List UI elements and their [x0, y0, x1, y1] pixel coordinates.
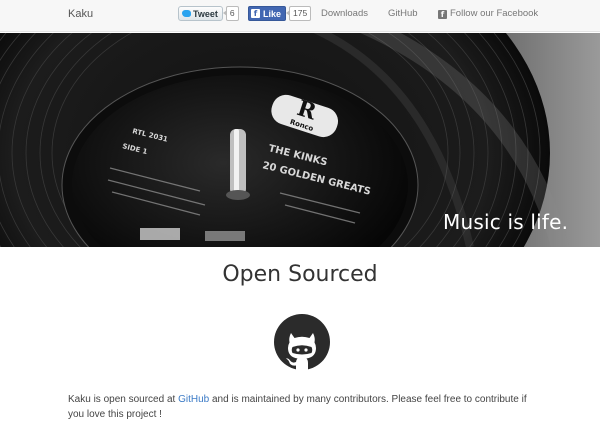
nav-downloads-link[interactable]: Downloads — [321, 8, 368, 19]
brand-link[interactable]: Kaku — [68, 8, 93, 20]
facebook-icon: f — [438, 10, 447, 19]
nav-github-link[interactable]: GitHub — [388, 8, 418, 19]
like-count: 175 — [285, 6, 312, 21]
open-sourced-heading: Open Sourced — [222, 262, 378, 287]
hero-tagline: Music is life. — [443, 210, 569, 234]
description-text-before: Kaku is open sourced at — [68, 394, 179, 405]
tweet-count: 6 — [222, 6, 239, 21]
like-widget: f Like 175 — [248, 6, 312, 21]
facebook-f-icon: f — [251, 9, 260, 18]
twitter-bird-icon — [182, 10, 191, 17]
top-navbar: Kaku Tweet 6 f Like 175 Downloads GitHub… — [0, 0, 600, 32]
like-label: Like — [263, 8, 282, 19]
like-button[interactable]: f Like — [248, 6, 287, 21]
hero-banner: R Ronco THE KINKS 20 GOLDEN GREATS RTL 2… — [0, 33, 600, 247]
tweet-button[interactable]: Tweet — [178, 6, 223, 21]
tweet-widget: Tweet 6 — [178, 6, 239, 21]
open-source-description: Kaku is open sourced at GitHub and is ma… — [68, 392, 538, 422]
nav-facebook-label: Follow our Facebook — [450, 8, 539, 19]
tweet-label: Tweet — [193, 8, 218, 19]
github-octocat-icon[interactable] — [274, 314, 330, 370]
nav-facebook-link[interactable]: f Follow our Facebook — [438, 8, 538, 19]
description-github-link[interactable]: GitHub — [178, 394, 209, 405]
